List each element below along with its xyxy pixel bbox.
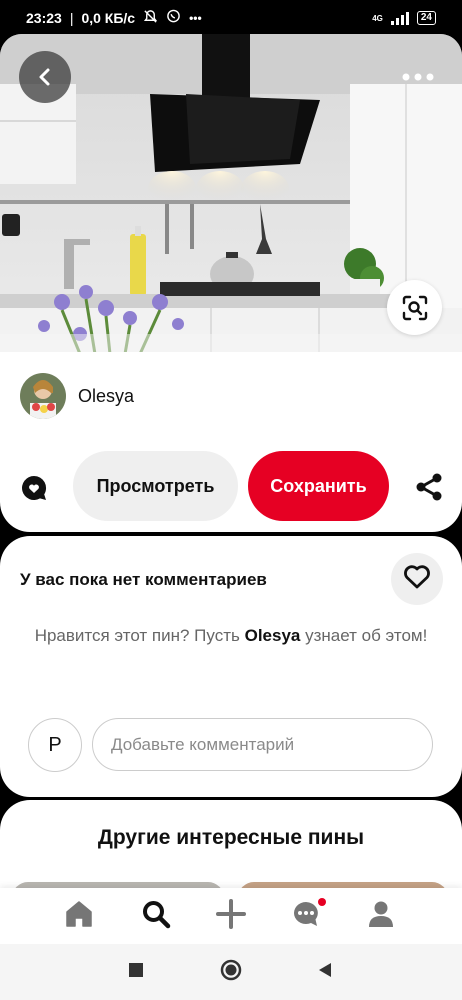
status-speed: 0,0 КБ/с: [81, 10, 136, 26]
back-arrow-icon: [35, 67, 55, 87]
pin-image[interactable]: [0, 34, 462, 354]
comments-title: У вас пока нет комментариев: [20, 570, 267, 589]
status-time: 23:23: [26, 10, 62, 26]
notification-dot: [318, 898, 326, 906]
visual-search-icon: [402, 295, 428, 321]
battery-icon: 24: [416, 11, 436, 25]
view-button[interactable]: Просмотреть: [73, 451, 238, 521]
comment-bubble-icon[interactable]: [20, 474, 48, 502]
status-bar: 23:23 | 0,0 КБ/с ••• 4G 24: [0, 0, 462, 36]
current-user-avatar[interactable]: P: [28, 718, 82, 772]
search-icon: [141, 899, 171, 934]
more-options-button[interactable]: [400, 66, 436, 88]
heart-icon: [403, 564, 431, 595]
system-back-button[interactable]: [313, 960, 337, 984]
save-button[interactable]: Сохранить: [248, 451, 389, 521]
nav-profile[interactable]: [363, 898, 399, 934]
status-right: 4G 24: [372, 11, 436, 25]
pin-detail-screen: 23:23 | 0,0 КБ/с ••• 4G 24 Olesya Просмо…: [0, 0, 462, 1000]
plus-icon: [216, 898, 246, 934]
system-nav-bar: [0, 944, 462, 1000]
heart-button[interactable]: [391, 553, 443, 605]
system-home-button[interactable]: [219, 959, 243, 986]
network-label: 4G: [372, 13, 383, 23]
recents-square-icon: [128, 962, 144, 983]
messages-icon: [291, 899, 321, 934]
back-triangle-icon: [317, 962, 333, 983]
home-circle-icon: [220, 959, 242, 986]
nav-messages[interactable]: [288, 898, 326, 934]
visual-search-button[interactable]: [387, 280, 442, 335]
bottom-nav: [0, 888, 462, 944]
share-icon[interactable]: [414, 472, 444, 502]
status-left: 23:23 | 0,0 КБ/с •••: [26, 9, 202, 27]
comments-empty-message: Нравится этот пин? Пусть Olesya узнает о…: [30, 624, 432, 648]
comment-input[interactable]: [92, 718, 433, 771]
viber-icon: [166, 9, 181, 27]
author-name[interactable]: Olesya: [78, 386, 134, 407]
nav-create[interactable]: [213, 898, 249, 934]
mute-icon: [143, 9, 158, 27]
back-button[interactable]: [19, 51, 71, 103]
profile-icon: [366, 899, 396, 934]
signal-icon: [390, 11, 409, 25]
nav-search[interactable]: [138, 898, 174, 934]
empty-message-suffix: узнает об этом!: [305, 626, 428, 645]
nav-home[interactable]: [61, 898, 97, 934]
author-row[interactable]: Olesya: [20, 373, 134, 419]
more-dots-icon: [402, 73, 434, 81]
empty-message-prefix: Нравится этот пин? Пусть: [34, 626, 240, 645]
more-pins-title: Другие интересные пины: [97, 826, 365, 849]
home-icon: [64, 899, 94, 934]
more-notifications-icon: •••: [189, 11, 202, 25]
author-avatar[interactable]: [20, 373, 66, 419]
recents-button[interactable]: [124, 960, 148, 984]
empty-message-author[interactable]: Olesya: [245, 626, 301, 645]
status-divider: |: [69, 10, 74, 26]
